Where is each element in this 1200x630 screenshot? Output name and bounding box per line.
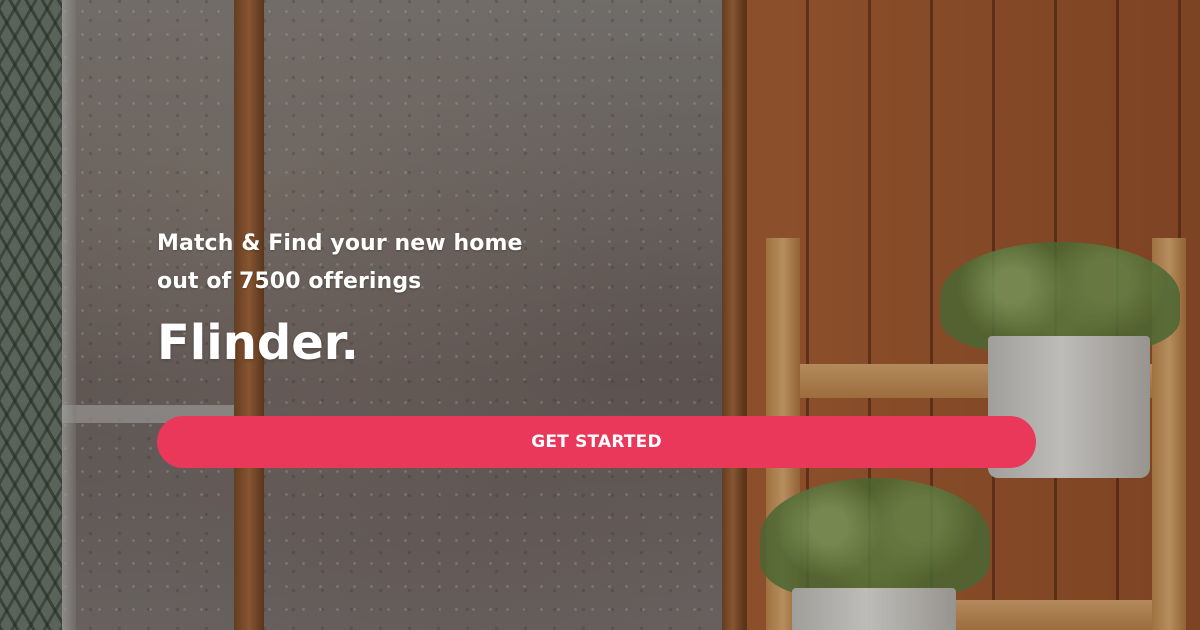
hero-tagline: Match & Find your new home out of 7500 o… <box>157 225 1037 301</box>
tagline-line-1: Match & Find your new home <box>157 231 523 256</box>
tagline-line-2: out of 7500 offerings <box>157 269 422 294</box>
get-started-button[interactable]: GET STARTED <box>157 416 1036 468</box>
hero-content: Match & Find your new home out of 7500 o… <box>157 225 1037 371</box>
brand-title: Flinder. <box>157 315 359 371</box>
